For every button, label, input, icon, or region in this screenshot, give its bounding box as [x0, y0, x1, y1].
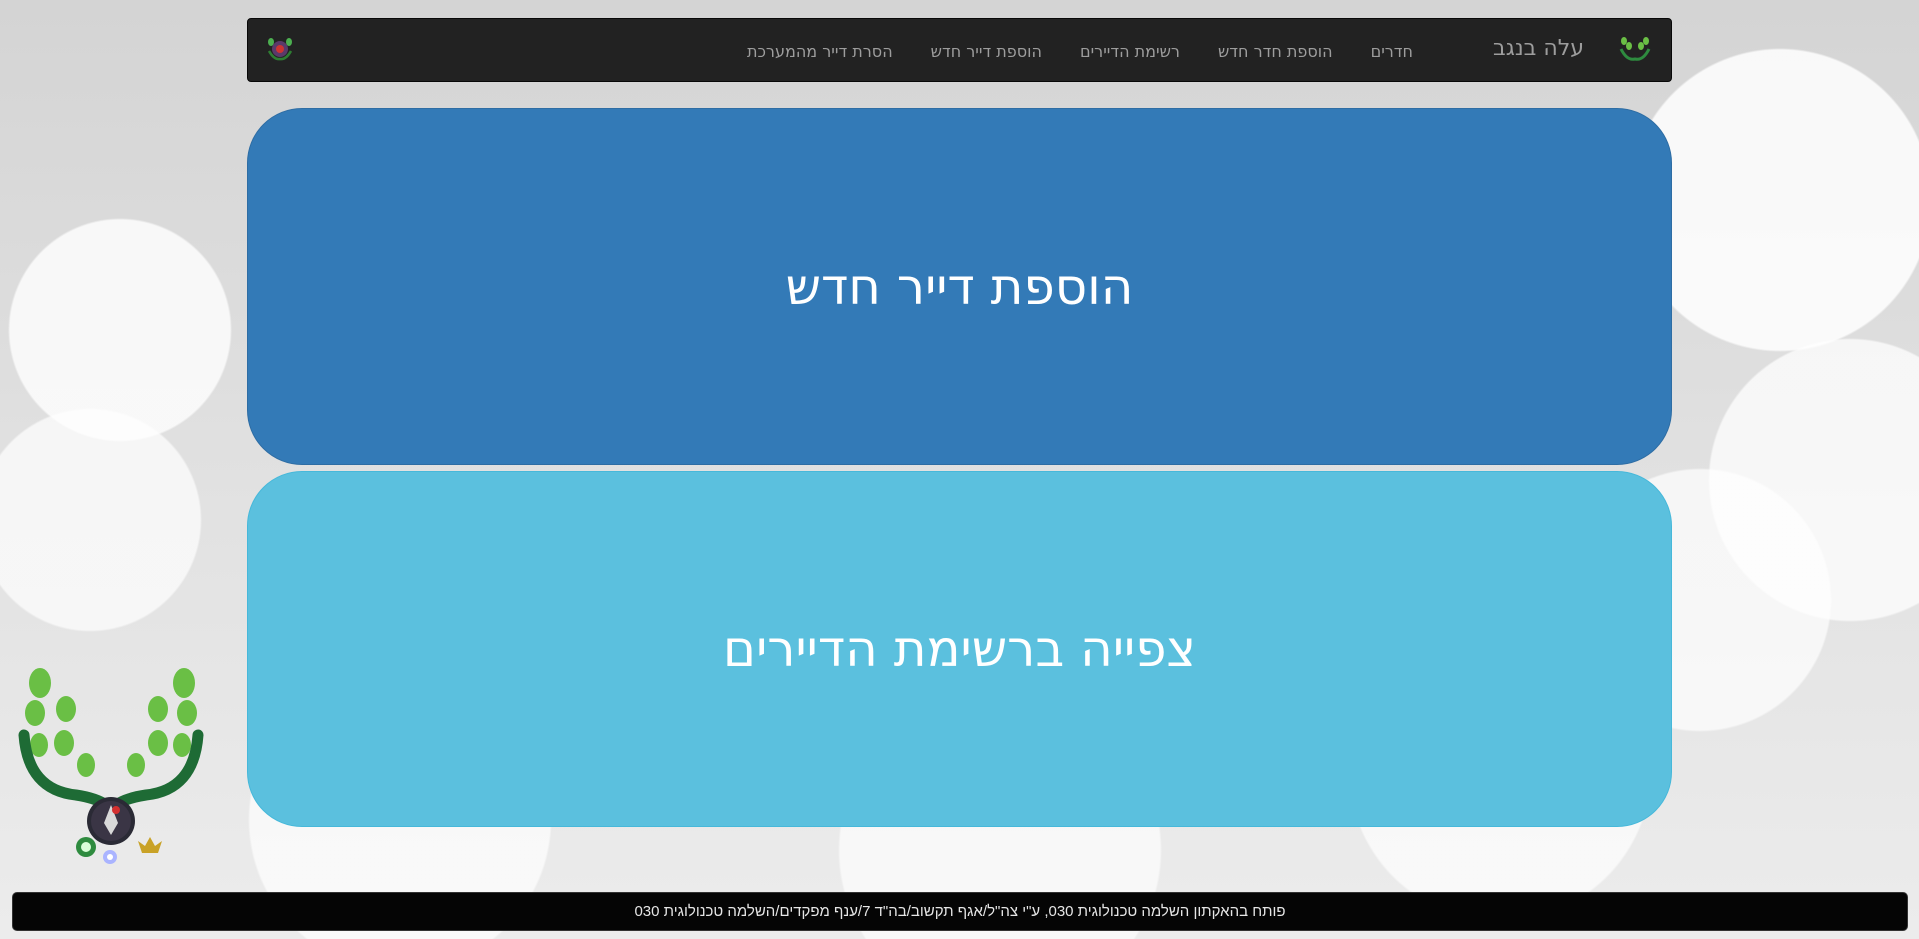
view-tenants-label: צפייה ברשימת הדיירים [722, 620, 1197, 678]
footer: פותח בהאקתון השלמה טכנולוגית 030, ע"י צה… [12, 892, 1908, 931]
footer-text: פותח בהאקתון השלמה טכנולוגית 030, ע"י צה… [634, 903, 1286, 920]
view-tenants-tile[interactable]: צפייה ברשימת הדיירים [247, 471, 1672, 827]
leaves-hands-emblem-icon [18, 668, 204, 864]
nav-links: חדרים הוספת חדר חדש רשימת הדיירים הוספת … [747, 19, 1413, 83]
nav-link-add-tenant[interactable]: הוספת דייר חדש [931, 42, 1042, 61]
nav-link-rooms[interactable]: חדרים [1371, 42, 1413, 61]
brand-title[interactable]: עלה בנגב [1493, 36, 1584, 61]
nav-link-remove-tenant[interactable]: הסרת דייר מהמערכת [747, 42, 893, 61]
top-navbar: עלה בנגב חדרים הוספת חדר חדש רשימת הדייר… [247, 18, 1672, 82]
nav-link-add-room[interactable]: הוספת חדר חדש [1218, 42, 1333, 61]
leaves-hands-logo-icon[interactable] [1619, 35, 1651, 65]
emblem-logo-icon [267, 38, 293, 61]
add-tenant-label: הוספת דייר חדש [785, 257, 1134, 316]
add-tenant-tile[interactable]: הוספת דייר חדש [247, 108, 1672, 465]
nav-link-tenant-list[interactable]: רשימת הדיירים [1080, 42, 1180, 61]
